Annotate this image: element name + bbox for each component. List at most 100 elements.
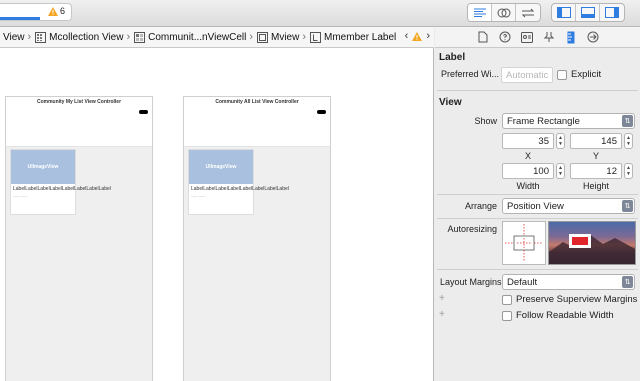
breadcrumb-mmember-label[interactable]: Mmember Label (307, 31, 398, 43)
height-field[interactable]: 12 (570, 163, 622, 179)
autoresizing-springs-icon (505, 224, 543, 262)
height-stepper[interactable]: ▲ ▼ (624, 163, 633, 179)
explicit-label: Explicit (571, 69, 602, 80)
collection-cell-icon (134, 31, 146, 43)
tab-file-inspector[interactable] (476, 30, 490, 44)
layout-margins-popup[interactable]: Default ⇅ (502, 274, 635, 290)
scene-community-my-list[interactable]: Community My List View Controller UIImag… (5, 96, 153, 381)
view-icon (257, 31, 268, 43)
label-section-title: Label (439, 52, 466, 63)
tab-identity-inspector[interactable] (520, 30, 534, 44)
standard-editor-icon (473, 8, 486, 17)
arrange-popup-value: Position View (507, 200, 564, 212)
utilities-toggle-button[interactable] (600, 4, 624, 21)
image-view-placeholder[interactable]: UIImageView (189, 150, 253, 184)
breadcrumb-label: Communit...nViewCell (148, 31, 247, 43)
collection-view-icon (35, 31, 47, 43)
scene-title: Community All List View Controller (215, 99, 299, 105)
breadcrumb-mcollection-view[interactable]: Mcollection View (32, 31, 125, 43)
ruler-icon (567, 31, 574, 43)
image-view-placeholder[interactable]: UIImageView (11, 150, 75, 184)
file-icon (478, 31, 487, 43)
layout-margins-label: Layout Margins (440, 277, 502, 287)
breadcrumb-label: View (3, 31, 25, 43)
next-issue-icon[interactable]: › (426, 30, 430, 42)
panel-toggle-group (551, 3, 625, 22)
identity-icon (520, 31, 533, 43)
y-caption: Y (592, 151, 599, 161)
label-icon (310, 31, 322, 43)
storyboard-canvas[interactable]: Community My List View Controller UIImag… (0, 48, 434, 381)
version-editor-icon (521, 8, 535, 17)
scene-community-all-list[interactable]: Community All List View Controller UIIma… (183, 96, 331, 381)
xcode-toolbar: 6 (0, 0, 640, 27)
left-panel-icon (556, 7, 571, 18)
y-field[interactable]: 145 (570, 133, 622, 149)
warning-count: 6 (60, 6, 66, 16)
breadcrumb-collection-cell[interactable]: Communit...nViewCell (131, 31, 248, 43)
navigation-bar: Community All List View Controller (184, 97, 330, 147)
breadcrumb-label: Mmember Label (324, 31, 397, 43)
navigation-bar: Community My List View Controller (6, 97, 152, 147)
breadcrumb-view[interactable]: View (0, 32, 27, 43)
width-stepper[interactable]: ▲ ▼ (556, 163, 565, 179)
autoresizing-label: Autoresizing (447, 224, 497, 234)
cell-label[interactable]: LabelLabelLabelLabelLabelLabelLabelLabel (189, 184, 289, 192)
breadcrumb-label: Mcollection View (49, 31, 124, 43)
plus-icon[interactable]: + (439, 293, 445, 304)
assistant-editor-icon (497, 8, 510, 17)
breadcrumb-mview[interactable]: Mview (254, 31, 301, 43)
scene-title: Community My List View Controller (36, 99, 122, 105)
chevron-updown-icon: ⇅ (622, 200, 633, 212)
inspector-tab-bar (435, 27, 640, 48)
assistant-editor-button[interactable] (492, 4, 516, 21)
navigator-toggle-button[interactable] (552, 4, 576, 21)
tab-attributes-inspector[interactable] (542, 30, 556, 44)
y-stepper[interactable]: ▲ ▼ (624, 133, 633, 149)
explicit-checkbox[interactable] (557, 70, 567, 80)
width-field[interactable]: 100 (502, 163, 554, 179)
follow-readable-width-label: Follow Readable Width (516, 310, 614, 321)
warning-icon[interactable] (412, 31, 423, 41)
height-caption: Height (582, 181, 609, 191)
activity-status-field[interactable]: 6 (0, 3, 72, 21)
build-progress-bar (0, 17, 40, 20)
previous-issue-icon[interactable]: ‹ (405, 30, 409, 42)
tab-connections-inspector[interactable] (586, 30, 600, 44)
debug-area-toggle-button[interactable] (576, 4, 600, 21)
view-section-title: View (439, 97, 462, 108)
arrange-popup[interactable]: Position View ⇅ (502, 198, 635, 214)
cell-label[interactable]: LabelLabelLabelLabelLabelLabelLabelLabel (11, 184, 111, 192)
bottom-panel-icon (580, 7, 595, 18)
show-popup-value: Frame Rectangle (507, 115, 580, 127)
x-field[interactable]: 35 (502, 133, 554, 149)
jump-bar: View › Mcollection View › Communit...nVi… (0, 27, 434, 48)
version-editor-button[interactable] (516, 4, 540, 21)
collection-cell[interactable]: UIImageView LabelLabelLabelLabelLabelLab… (188, 149, 289, 215)
cell-sub-label[interactable]: ----- ----- (11, 192, 75, 198)
autoresizing-mask-editor[interactable] (502, 221, 546, 265)
collection-cell[interactable]: UIImageView LabelLabelLabelLabelLabelLab… (10, 149, 111, 215)
preferred-width-field[interactable]: Automatic (501, 67, 553, 83)
preserve-superview-margins-checkbox[interactable] (502, 295, 512, 305)
x-stepper[interactable]: ▲ ▼ (556, 133, 565, 149)
tab-quick-help[interactable] (498, 30, 512, 44)
warning-badge[interactable]: 6 (48, 6, 65, 16)
follow-readable-width-checkbox[interactable] (502, 311, 512, 321)
nav-bar-item[interactable] (139, 110, 148, 114)
autoresizing-preview (548, 221, 636, 265)
x-caption: X (524, 151, 531, 161)
cell-sub-label[interactable]: ----- ----- (189, 192, 253, 198)
mountain-preview-image (549, 234, 635, 264)
plus-icon[interactable]: + (439, 309, 445, 320)
tab-size-inspector[interactable] (564, 30, 578, 44)
chevron-updown-icon: ⇅ (622, 276, 633, 288)
section-divider (437, 90, 638, 91)
arrange-label: Arrange (464, 201, 497, 211)
attributes-icon (543, 32, 554, 42)
arrow-circle-icon (587, 31, 598, 43)
nav-bar-item[interactable] (317, 110, 326, 114)
section-divider (437, 194, 638, 195)
standard-editor-button[interactable] (468, 4, 492, 21)
show-popup[interactable]: Frame Rectangle ⇅ (502, 113, 635, 129)
